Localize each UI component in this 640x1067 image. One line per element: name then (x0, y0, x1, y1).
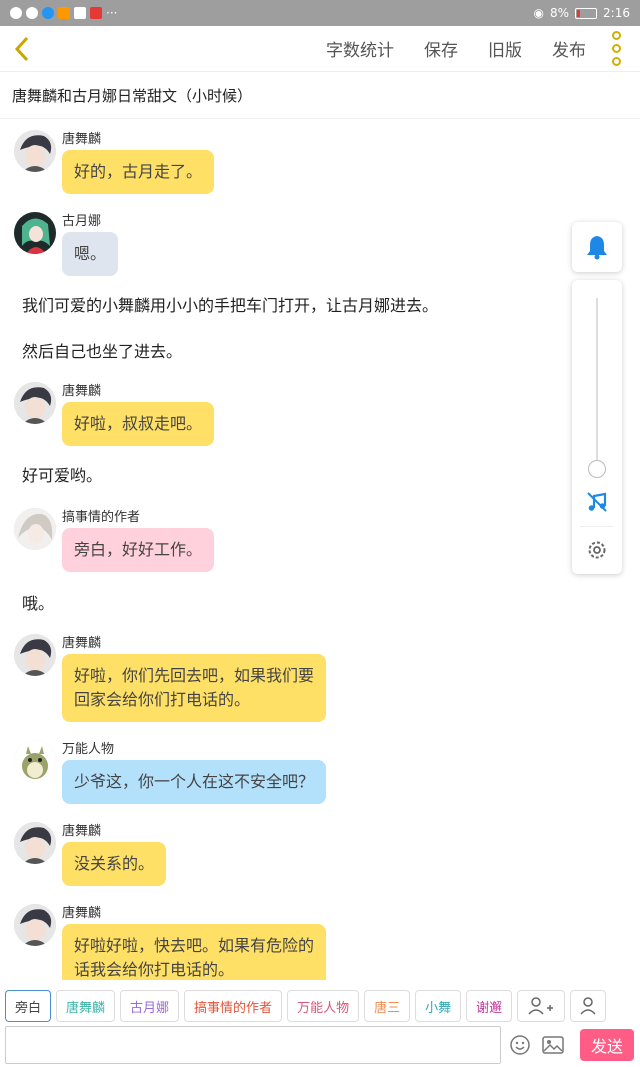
role-tang-san[interactable]: 唐三 (364, 990, 411, 1022)
volume-slider-handle[interactable] (588, 460, 606, 478)
sender-name: 唐舞麟 (62, 384, 102, 399)
add-role-icon (528, 997, 554, 1015)
narration-text[interactable]: 好可爱哟。 (22, 462, 102, 486)
bubble-line: 好啦好啦，快去吧。如果有危险的 (74, 936, 315, 955)
app-k-icon (26, 7, 38, 19)
role-xiao-wu[interactable]: 小舞 (415, 990, 462, 1022)
app-red-icon (90, 7, 102, 19)
avatar[interactable] (14, 904, 56, 946)
bubble-line: 话我会给你打电话的。 (74, 960, 235, 979)
person-icon (580, 997, 596, 1015)
avatar[interactable] (14, 130, 56, 172)
avatar[interactable] (14, 634, 56, 676)
input-row: 发送 (0, 1022, 640, 1067)
word-count-button[interactable]: 字数统计 (326, 36, 394, 61)
role-manage-button[interactable] (570, 990, 607, 1022)
avatar[interactable] (14, 508, 56, 550)
send-button[interactable]: 发送 (580, 1028, 634, 1061)
sender-name: 万能人物 (62, 742, 115, 757)
avatar[interactable] (14, 740, 56, 782)
sender-name: 古月娜 (62, 214, 102, 229)
narration-text[interactable]: 我们可爱的小舞麟用小小的手把车门打开，让古月娜进去。 (22, 292, 438, 316)
more-icon[interactable] (606, 31, 626, 66)
sender-name: 唐舞麟 (62, 906, 102, 921)
old-version-button[interactable]: 旧版 (488, 36, 522, 61)
sender-name: 搞事情的作者 (62, 510, 141, 525)
story-title[interactable]: 唐舞麟和古月娜日常甜文（小时候） (0, 73, 640, 119)
message-bubble[interactable]: 没关系的。 (62, 842, 167, 886)
avatar[interactable] (14, 382, 56, 424)
bell-button[interactable] (572, 222, 622, 272)
message-bubble[interactable]: 好啦，叔叔走吧。 (62, 402, 215, 446)
message-input[interactable] (5, 1025, 501, 1064)
battery-percent: 8% (550, 6, 570, 20)
role-narrator[interactable]: 旁白 (5, 990, 52, 1022)
gear-icon[interactable] (585, 538, 609, 562)
avatar[interactable] (14, 822, 56, 864)
emoji-icon[interactable] (509, 1034, 531, 1056)
publish-button[interactable]: 发布 (552, 36, 586, 61)
message-bubble[interactable]: 嗯。 (62, 232, 119, 276)
add-role-button[interactable] (517, 990, 566, 1022)
audio-panel (572, 280, 622, 574)
back-icon (14, 36, 29, 61)
message-bubble[interactable]: 旁白，好好工作。 (62, 528, 215, 572)
app-play-icon (58, 7, 70, 19)
eye-icon: ◉ (533, 6, 544, 20)
wifi-icon (10, 7, 22, 19)
role-xie-xie[interactable]: 谢邂 (466, 990, 513, 1022)
message-bubble[interactable]: 好啦好啦，快去吧。如果有危险的 话我会给你打电话的。 (62, 924, 327, 980)
message-bubble[interactable]: 好的，古月走了。 (62, 150, 215, 194)
app-clean-icon (74, 7, 86, 19)
status-icons: ··· (10, 6, 117, 20)
sender-name: 唐舞麟 (62, 636, 102, 651)
role-bar: 旁白 唐舞麟 古月娜 搞事情的作者 万能人物 唐三 小舞 谢邂 (0, 986, 640, 1026)
more-notifications-icon: ··· (106, 6, 118, 20)
image-icon[interactable] (541, 1034, 565, 1056)
battery-icon (575, 7, 598, 19)
top-toolbar: 字数统计 保存 旧版 发布 (0, 26, 640, 72)
status-bar: ··· ◉ 8% 2:16 (0, 0, 640, 26)
app-s-icon (42, 7, 54, 19)
message-bubble[interactable]: 好啦，你们先回去吧，如果我们要 回家会给你们打电话的。 (62, 654, 327, 722)
sender-name: 唐舞麟 (62, 132, 102, 147)
save-button[interactable]: 保存 (424, 36, 458, 61)
bell-icon (587, 236, 607, 260)
divider (580, 526, 614, 527)
message-bubble[interactable]: 少爷这，你一个人在这不安全吧？ (62, 760, 327, 804)
back-button[interactable] (2, 26, 42, 72)
volume-slider[interactable] (596, 298, 598, 468)
role-universal[interactable]: 万能人物 (287, 990, 360, 1022)
bubble-line: 回家会给你们打电话的。 (74, 690, 251, 709)
music-off-icon[interactable] (585, 490, 609, 514)
avatar[interactable] (14, 212, 56, 254)
bubble-line: 好啦，你们先回去吧，如果我们要 (74, 666, 315, 685)
role-tang-wulin[interactable]: 唐舞麟 (56, 990, 116, 1022)
narration-text[interactable]: 然后自己也坐了进去。 (22, 338, 182, 362)
clock: 2:16 (603, 6, 630, 20)
sender-name: 唐舞麟 (62, 824, 102, 839)
narration-text[interactable]: 哦。 (22, 590, 54, 614)
chat-area[interactable]: 唐舞麟 好的，古月走了。 古月娜 嗯。 我们可爱的小舞麟用小小的手把车门打开，让… (0, 120, 640, 980)
role-gu-yuena[interactable]: 古月娜 (120, 990, 180, 1022)
role-author[interactable]: 搞事情的作者 (184, 990, 283, 1022)
